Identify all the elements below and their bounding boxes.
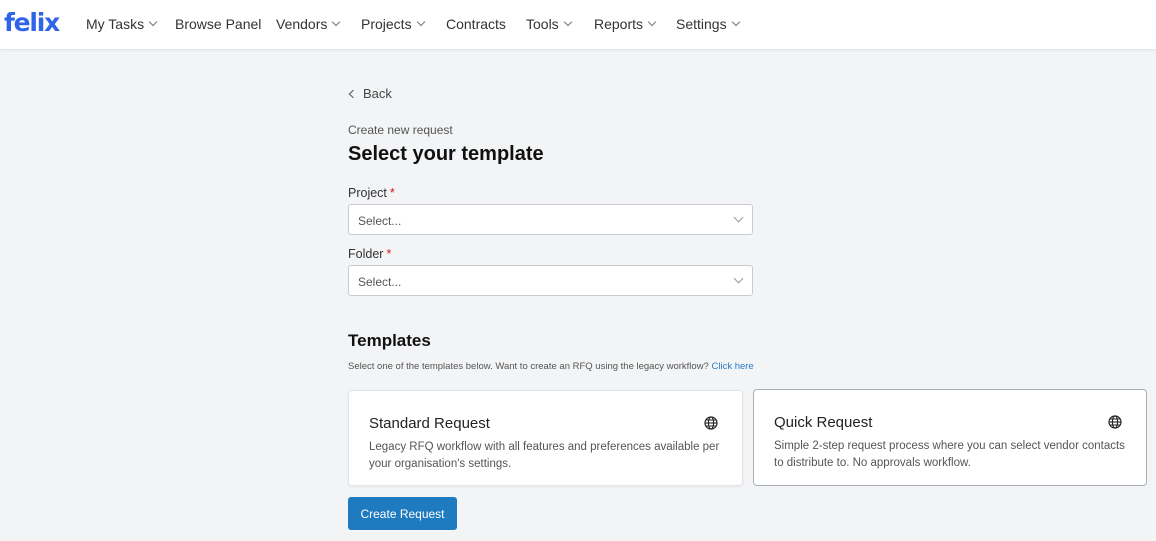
template-card-description: Legacy RFQ workflow with all features an…	[369, 441, 720, 470]
chevron-down-icon	[332, 17, 341, 27]
required-marker: *	[386, 247, 392, 261]
chevron-down-icon	[148, 17, 158, 27]
nav-my-tasks-label: My Tasks	[86, 16, 145, 32]
globe-icon	[704, 416, 718, 430]
nav-contracts-label: Contracts	[446, 16, 506, 32]
nav-vendors[interactable]: Vendors	[276, 16, 341, 32]
template-card-quick-request[interactable]: Quick Request Simple 2-step request proc…	[753, 389, 1147, 486]
chevron-left-icon	[348, 89, 358, 99]
template-card-description: Simple 2-step request process where you …	[774, 440, 1125, 469]
nav-browse-panel[interactable]: Browse Panel	[175, 16, 261, 32]
nav-projects[interactable]: Projects	[361, 16, 425, 32]
nav-projects-label: Projects	[361, 16, 412, 32]
project-field-label: Project *	[348, 186, 395, 200]
required-marker: *	[389, 186, 395, 200]
create-request-button[interactable]: Create Request	[348, 497, 457, 530]
nav-settings-label: Settings	[676, 16, 727, 32]
chevron-down-icon	[733, 212, 744, 223]
nav-reports-label: Reports	[594, 16, 644, 32]
nav-vendors-label: Vendors	[276, 16, 328, 32]
folder-label-text: Folder	[348, 247, 384, 261]
project-select-value: Select...	[358, 214, 402, 228]
project-label-text: Project	[348, 186, 387, 200]
templates-heading: Templates	[348, 331, 431, 350]
nav-tools[interactable]: Tools	[526, 16, 572, 32]
back-link[interactable]: Back	[348, 86, 392, 101]
chevron-down-icon	[563, 17, 572, 27]
nav-reports[interactable]: Reports	[594, 16, 657, 32]
template-card-title: Quick Request	[774, 414, 873, 431]
felix-logo[interactable]: felix	[4, 8, 60, 37]
top-navigation-bar: felix My Tasks Browse Panel Vendors Proj…	[0, 0, 1156, 50]
nav-my-tasks[interactable]: My Tasks	[86, 16, 158, 32]
chevron-down-icon	[731, 17, 740, 27]
chevron-down-icon	[416, 17, 425, 27]
nav-contracts[interactable]: Contracts	[446, 16, 506, 32]
project-select[interactable]: Select...	[348, 204, 753, 235]
template-card-standard-request[interactable]: Standard Request Legacy RFQ workflow wit…	[348, 390, 743, 486]
globe-icon	[1108, 415, 1122, 429]
page-subtitle: Create new request	[348, 123, 453, 137]
chevron-down-icon	[733, 273, 744, 284]
back-label: Back	[363, 86, 392, 101]
folder-field-label: Folder *	[348, 247, 391, 261]
nav-settings[interactable]: Settings	[676, 16, 740, 32]
folder-select-value: Select...	[358, 275, 402, 289]
templates-help-message: Select one of the templates below. Want …	[348, 361, 709, 372]
folder-select[interactable]: Select...	[348, 265, 753, 296]
chevron-down-icon	[647, 17, 657, 27]
nav-browse-panel-label: Browse Panel	[175, 16, 262, 32]
page-title: Select your template	[348, 143, 544, 165]
templates-help-text: Select one of the templates below. Want …	[348, 361, 754, 372]
legacy-workflow-link[interactable]: Click here	[711, 361, 753, 372]
nav-tools-label: Tools	[526, 16, 559, 32]
template-card-title: Standard Request	[369, 415, 490, 432]
